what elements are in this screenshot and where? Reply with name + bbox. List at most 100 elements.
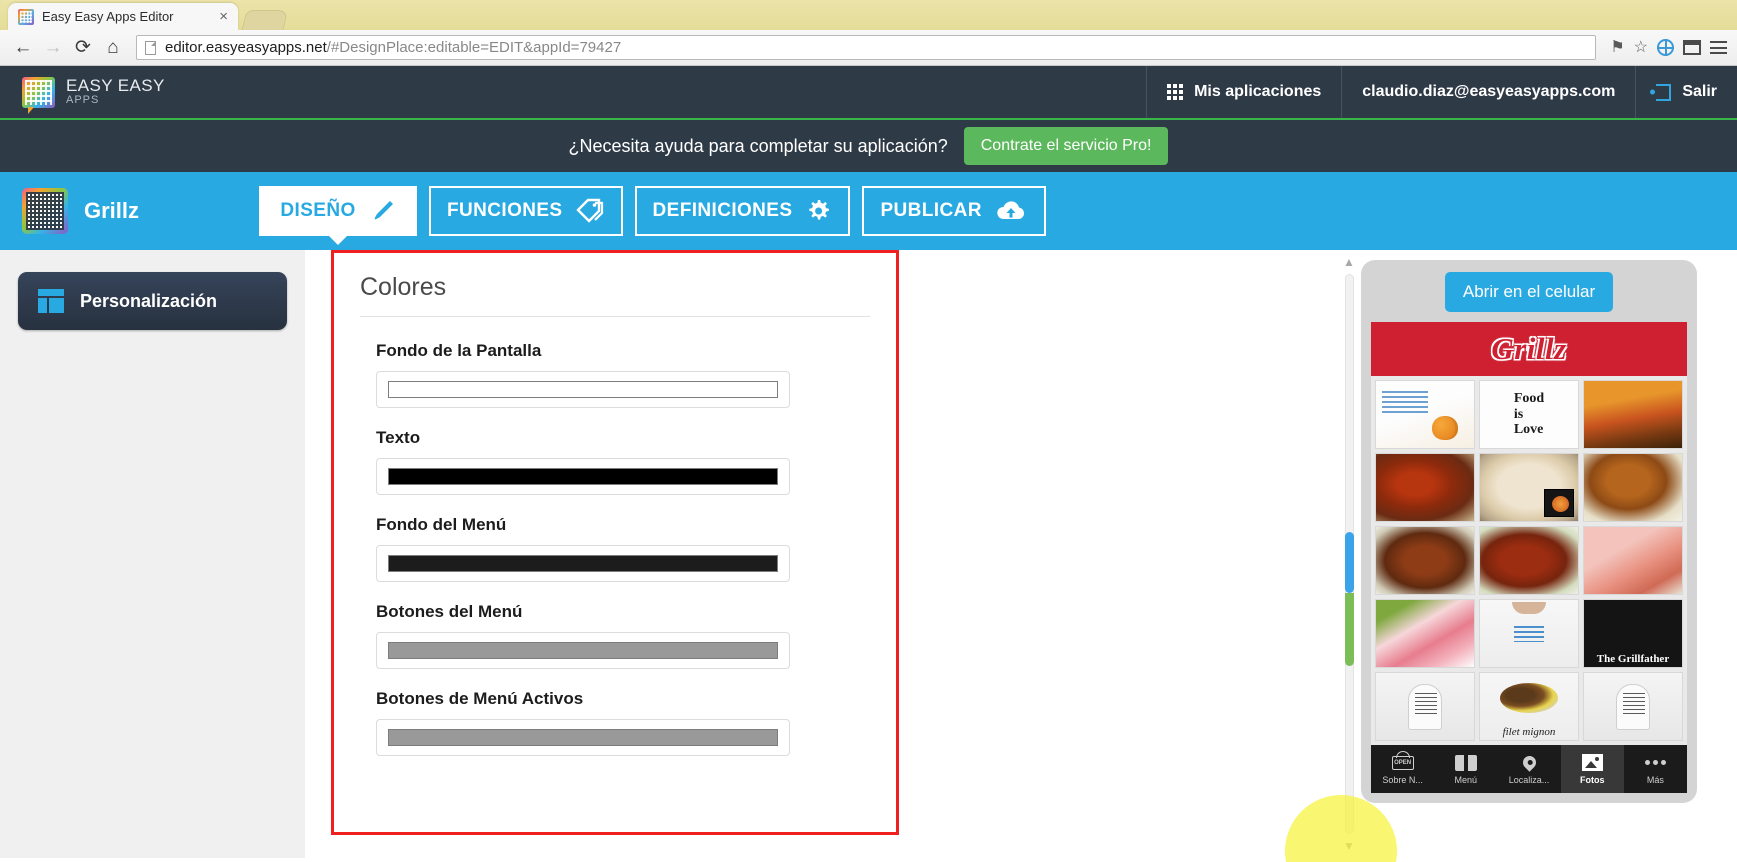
glazed-meat-photo[interactable] xyxy=(1375,526,1475,595)
extension-globe-icon[interactable] xyxy=(1657,39,1674,56)
open-on-mobile-button[interactable]: Abrir en el celular xyxy=(1444,272,1614,312)
promo-banner: ¿Necesita ayuda para completar su aplica… xyxy=(0,118,1737,172)
reload-icon[interactable]: ⟳ xyxy=(70,35,96,61)
phone-tab-label: Fotos xyxy=(1579,775,1605,785)
page-title: Colores xyxy=(360,273,870,317)
color-picker-fondo-pantalla[interactable] xyxy=(376,371,790,408)
tab-diseno[interactable]: DISEÑO xyxy=(259,186,418,236)
app-identity: Grillz xyxy=(22,188,139,234)
color-picker-texto[interactable] xyxy=(376,458,790,495)
bbq-ribs-photo[interactable] xyxy=(1375,453,1475,522)
account-email[interactable]: claudio.diaz@easyeasyapps.com xyxy=(1341,66,1635,118)
sidebar: Personalización xyxy=(0,250,305,858)
color-picker-fondo-menu[interactable] xyxy=(376,545,790,582)
colors-panel: Colores Fondo de la Pantalla Texto Fondo… xyxy=(331,250,899,835)
tab-funciones[interactable]: FUNCIONES xyxy=(429,186,623,236)
scrollbar-track[interactable] xyxy=(1344,274,1354,834)
page-scrollbar[interactable]: ▲ ▼ xyxy=(1337,250,1361,858)
hire-pro-service-button[interactable]: Contrate el servicio Pro! xyxy=(963,127,1169,165)
open-sign-icon: OPEN xyxy=(1391,753,1414,772)
salmon-fillet-photo[interactable] xyxy=(1583,526,1683,595)
color-field-label: Botones de Menú Activos xyxy=(376,689,584,708)
printed-tshirt-photo[interactable] xyxy=(1479,599,1579,668)
tab-publicar[interactable]: PUBLICAR xyxy=(862,186,1046,236)
grillfather-apron-photo[interactable]: The Grillfather xyxy=(1583,599,1683,668)
page-bottom-spacer xyxy=(0,858,1737,862)
color-swatch xyxy=(388,381,778,398)
color-field-botones-menu: Botones del Menú xyxy=(360,602,870,669)
color-field-label: Fondo de la Pantalla xyxy=(376,341,542,360)
color-picker-botones-menu-activos[interactable] xyxy=(376,719,790,756)
tab-definiciones[interactable]: DEFINICIONES xyxy=(634,186,851,236)
logout-label: Salir xyxy=(1682,83,1717,100)
phone-tab-sobre-nosotros[interactable]: OPEN Sobre N... xyxy=(1371,745,1434,793)
tab-diseno-label: DISEÑO xyxy=(280,200,356,221)
phone-preview: Abrir en el celular Grillz FoodisLove xyxy=(1361,260,1697,803)
my-apps-button[interactable]: Mis aplicaciones xyxy=(1146,66,1341,118)
creamy-soup-photo[interactable] xyxy=(1479,453,1579,522)
browser-tab[interactable]: Easy Easy Apps Editor × xyxy=(8,3,238,30)
tab-definiciones-label: DEFINICIONES xyxy=(652,200,793,221)
book-icon xyxy=(1454,753,1477,772)
workspace: Personalización Colores Fondo de la Pant… xyxy=(0,250,1737,862)
color-swatch xyxy=(388,555,778,572)
thanksgiving-pumpkin-photo[interactable] xyxy=(1375,380,1475,449)
pin-icon[interactable]: ⚑ xyxy=(1610,39,1624,56)
cloud-upload-icon xyxy=(994,198,1028,224)
color-swatch xyxy=(388,468,778,485)
brand[interactable]: EASY EASY APPS xyxy=(0,76,165,114)
browser-menu-icon[interactable] xyxy=(1710,41,1727,54)
phone-tab-label: Localiza... xyxy=(1508,775,1550,785)
color-picker-botones-menu[interactable] xyxy=(376,632,790,669)
phone-tab-menu[interactable]: Menú xyxy=(1434,745,1497,793)
window-icon[interactable] xyxy=(1683,40,1701,55)
gear-icon xyxy=(804,197,832,225)
white-apron-photo-2[interactable] xyxy=(1583,672,1683,741)
scroll-down-icon[interactable]: ▼ xyxy=(1343,840,1355,852)
my-apps-label: Mis aplicaciones xyxy=(1194,83,1322,100)
phone-header: Grillz xyxy=(1371,322,1687,376)
color-field-label: Texto xyxy=(376,428,421,447)
new-tab-button[interactable] xyxy=(241,10,289,30)
color-field-texto: Texto xyxy=(360,428,870,495)
phone-tab-fotos[interactable]: Fotos xyxy=(1560,745,1624,793)
bbq-brisket-photo[interactable] xyxy=(1479,526,1579,595)
paintbrush-icon xyxy=(368,197,396,225)
bookmark-star-icon[interactable]: ☆ xyxy=(1634,39,1648,56)
close-icon[interactable]: × xyxy=(219,9,228,24)
app-name: Grillz xyxy=(84,198,140,223)
apps-grid-icon xyxy=(1167,84,1184,100)
browser-tab-strip: Easy Easy Apps Editor × xyxy=(0,0,1737,30)
scrollbar-thumb[interactable] xyxy=(1344,531,1354,594)
grillz-app-icon xyxy=(22,188,68,234)
logout-button[interactable]: Salir xyxy=(1635,66,1737,118)
brand-subtitle: APPS xyxy=(66,94,100,107)
browser-tab-title: Easy Easy Apps Editor xyxy=(42,9,174,24)
filet-mignon-photo[interactable]: filet mignon xyxy=(1479,672,1579,741)
color-field-label: Botones del Menú xyxy=(376,602,523,621)
brand-name: EASY EASY xyxy=(66,76,165,96)
account-email-label: claudio.diaz@easyeasyapps.com xyxy=(1362,83,1616,100)
scrollbar-thumb-secondary[interactable] xyxy=(1344,593,1354,666)
sidebar-item-label: Personalización xyxy=(80,290,218,311)
phone-tab-mas[interactable]: Más xyxy=(1624,745,1687,793)
home-icon[interactable]: ⌂ xyxy=(100,35,126,61)
forward-icon[interactable]: → xyxy=(40,35,66,61)
sushi-platter-photo[interactable] xyxy=(1583,380,1683,449)
phone-tab-localizacion[interactable]: Localiza... xyxy=(1497,745,1560,793)
photos-icon xyxy=(1581,753,1603,772)
food-is-love-photo[interactable]: Food is Love xyxy=(1479,380,1579,449)
color-field-botones-menu-activos: Botones de Menú Activos xyxy=(360,689,870,756)
phone-screen: Grillz Food is Love The Grillfather file… xyxy=(1371,322,1687,793)
page-info-icon[interactable] xyxy=(145,40,156,55)
white-apron-photo[interactable] xyxy=(1375,672,1475,741)
scroll-up-icon[interactable]: ▲ xyxy=(1343,256,1355,268)
color-swatch xyxy=(388,642,778,659)
grilled-chicken-photo[interactable] xyxy=(1583,453,1683,522)
sidebar-item-personalizacion[interactable]: Personalización xyxy=(18,272,287,330)
address-bar[interactable]: editor.easyeasyapps.net/#DesignPlace:edi… xyxy=(136,35,1597,60)
strawberry-dessert-photo[interactable] xyxy=(1375,599,1475,668)
tab-publicar-label: PUBLICAR xyxy=(880,200,982,221)
tab-funciones-label: FUNCIONES xyxy=(447,200,563,221)
back-icon[interactable]: ← xyxy=(10,35,36,61)
